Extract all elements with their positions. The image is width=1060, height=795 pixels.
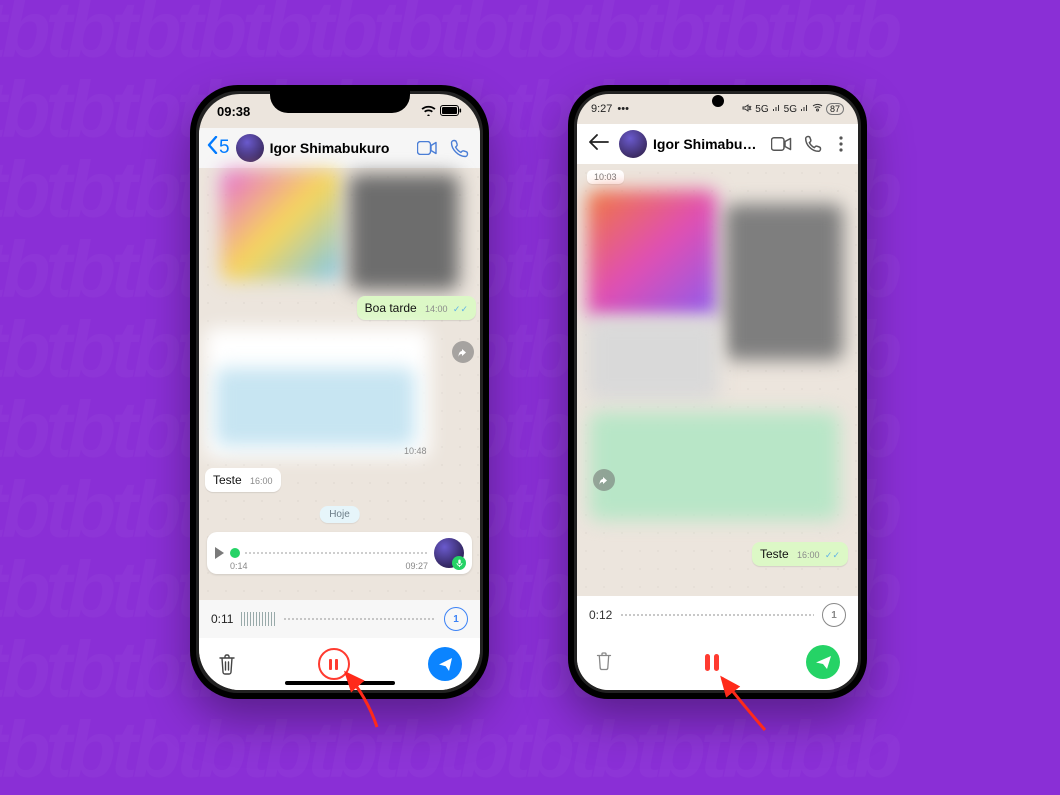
- message-time: 16:00: [250, 476, 273, 486]
- back-button[interactable]: 5: [207, 136, 230, 160]
- voice-call-button[interactable]: [446, 135, 472, 161]
- wifi-icon: [812, 103, 823, 115]
- message-text: Teste: [760, 547, 789, 561]
- battery-icon: [440, 104, 462, 119]
- send-button[interactable]: [806, 645, 840, 679]
- chevron-left-icon: [207, 136, 218, 160]
- wifi-icon: [421, 104, 436, 119]
- voice-call-button[interactable]: [800, 131, 826, 157]
- read-receipt-icon: ✓✓: [453, 304, 468, 314]
- unread-count: 5: [219, 137, 230, 159]
- network-label: 5G: [755, 104, 768, 115]
- recording-status-bar: 0:11 1: [199, 600, 480, 638]
- message-time: 14:00: [425, 304, 448, 314]
- iphone-notch: [270, 85, 410, 113]
- trash-button[interactable]: [595, 651, 617, 673]
- signal-icon: [800, 103, 809, 115]
- trash-button[interactable]: [217, 653, 239, 675]
- voice-sender-avatar: [434, 538, 464, 568]
- video-call-button[interactable]: [768, 131, 794, 157]
- message-bubble-incoming[interactable]: Teste 16:00: [205, 468, 281, 492]
- video-call-button[interactable]: [414, 135, 440, 161]
- microphone-badge-icon: [452, 556, 466, 570]
- overflow-menu-button[interactable]: [832, 131, 850, 157]
- camera-punch-hole: [712, 95, 724, 107]
- waveform-track[interactable]: [620, 610, 814, 620]
- playback-rate-button[interactable]: 1: [444, 607, 468, 631]
- recording-elapsed: 0:12: [589, 608, 612, 622]
- contact-avatar[interactable]: [619, 130, 647, 158]
- recording-status-bar: 0:12 1: [577, 596, 858, 634]
- play-icon[interactable]: [215, 547, 224, 559]
- iphone-device-frame: 09:38 5 Igor Shimabukuro: [190, 85, 489, 699]
- annotation-arrow: [332, 667, 392, 742]
- voice-sent-time: 09:27: [405, 561, 428, 571]
- chat-scroll-area[interactable]: Boa tarde 14:00 ✓✓ 10:48 Teste 16:00: [199, 168, 480, 596]
- contact-name[interactable]: Igor Shimabukuro: [653, 136, 762, 152]
- voice-elapsed: 0:14: [230, 561, 248, 571]
- playback-rate-button[interactable]: 1: [822, 603, 846, 627]
- chat-header: 5 Igor Shimabukuro: [199, 128, 480, 169]
- chat-header: Igor Shimabukuro: [577, 124, 858, 164]
- waveform-icon[interactable]: 0:14 09:27: [230, 543, 428, 563]
- message-text: Boa tarde: [365, 301, 417, 315]
- waveform-icon: [241, 612, 275, 626]
- android-device-frame: 9:27 ••• 5G 5G 87 Igor: [568, 85, 867, 699]
- status-time: 9:27: [591, 103, 612, 115]
- message-text: Teste: [213, 473, 242, 487]
- annotation-arrow: [710, 672, 780, 747]
- signal-icon: [772, 103, 781, 115]
- date-separator: Hoje: [319, 506, 360, 523]
- battery-pill: 87: [826, 103, 844, 115]
- message-bubble-outgoing[interactable]: Teste 16:00 ✓✓: [752, 542, 848, 566]
- status-time: 09:38: [217, 104, 250, 119]
- read-receipt-icon: ✓✓: [825, 550, 840, 560]
- more-icon: •••: [617, 103, 629, 115]
- back-button[interactable]: [585, 130, 613, 159]
- message-time: 16:00: [797, 550, 820, 560]
- voice-message-preview[interactable]: 0:14 09:27: [207, 532, 472, 574]
- timestamp-chip: 10:03: [587, 170, 624, 184]
- chat-scroll-area[interactable]: 10:03 Teste 16:00 ✓✓: [577, 164, 858, 594]
- contact-avatar[interactable]: [236, 134, 264, 162]
- waveform-track[interactable]: [283, 614, 436, 624]
- contact-name[interactable]: Igor Shimabukuro: [270, 140, 408, 156]
- network-label: 5G: [784, 104, 797, 115]
- forward-icon[interactable]: [452, 341, 474, 363]
- mute-icon: [742, 103, 752, 116]
- send-button[interactable]: [428, 647, 462, 681]
- forward-icon[interactable]: [593, 469, 615, 491]
- message-bubble-outgoing[interactable]: Boa tarde 14:00 ✓✓: [357, 296, 476, 320]
- recording-elapsed: 0:11: [211, 612, 233, 626]
